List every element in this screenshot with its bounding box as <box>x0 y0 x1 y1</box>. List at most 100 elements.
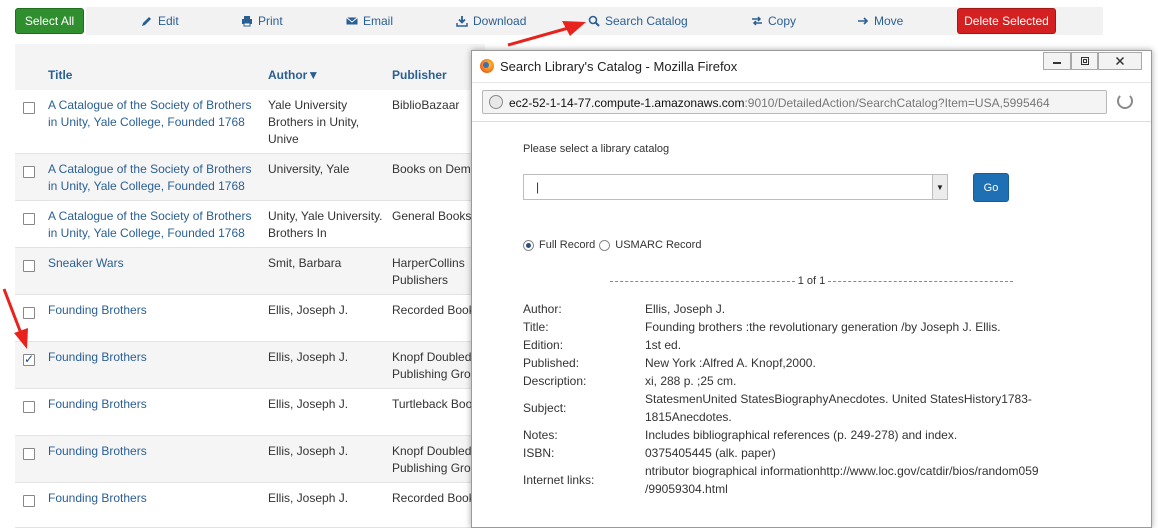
download-icon <box>456 16 468 27</box>
catalog-select-value: | <box>536 180 540 194</box>
delete-selected-button[interactable]: Delete Selected <box>957 8 1056 34</box>
close-icon <box>1115 56 1125 66</box>
url-host: ec2-52-1-14-77.compute-1.amazonaws.com <box>509 96 745 110</box>
publisher-cell: Knopf Doubleda Publishing Grou <box>392 444 479 475</box>
maximize-button[interactable] <box>1071 52 1098 70</box>
publisher-cell: HarperCollins Publishers <box>392 256 465 287</box>
record-field-label: Notes: <box>523 428 558 442</box>
table-row: Founding Brothers Ellis, Joseph J. Turtleb… <box>15 389 485 436</box>
toolbar: Select All Edit Print Email Download Sea… <box>0 0 1158 40</box>
envelope-icon <box>346 17 358 25</box>
publisher-cell: Recorded Books <box>392 491 481 505</box>
table-row: A Catalogue of the Society of Brothers i… <box>15 201 485 248</box>
restore-icon <box>1080 57 1089 65</box>
download-label: Download <box>473 14 527 28</box>
record-field-label: Edition: <box>523 338 564 352</box>
table-row: Founding Brothers Ellis, Joseph J. Recorde… <box>15 483 485 528</box>
loading-spinner-icon[interactable] <box>1117 93 1133 109</box>
edit-button[interactable]: Edit <box>141 13 179 29</box>
author-column-header[interactable]: Author▼ <box>268 68 319 82</box>
close-window-button[interactable] <box>1098 52 1142 70</box>
row-checkbox[interactable] <box>23 448 35 460</box>
globe-icon <box>489 95 503 109</box>
row-checkbox[interactable] <box>23 102 35 114</box>
record-field-label: ISBN: <box>523 446 555 460</box>
title-link[interactable]: Founding Brothers <box>48 396 260 413</box>
table-row: Founding Brothers Ellis, Joseph J. Knopf D… <box>15 436 485 483</box>
minimize-button[interactable] <box>1043 52 1071 70</box>
arrow-right-icon <box>858 17 869 25</box>
dropdown-arrow-icon[interactable]: ▼ <box>932 175 947 199</box>
publisher-cell: Books on Dema <box>392 162 478 176</box>
record-field-label: Description: <box>523 374 587 388</box>
copy-label: Copy <box>768 14 797 28</box>
url-text: ec2-52-1-14-77.compute-1.amazonaws.com:9… <box>509 96 1050 110</box>
publisher-cell: BiblioBazaar <box>392 98 460 112</box>
row-checkbox[interactable] <box>23 352 35 366</box>
record-field-value: 0375405445 (alk. paper) <box>645 446 776 460</box>
printer-icon <box>242 16 252 27</box>
copy-button[interactable]: Copy <box>751 13 796 29</box>
author-cell: Unity, Yale University. Brothers In <box>268 209 383 240</box>
record-pager: 1 of 1 <box>610 275 1013 287</box>
author-cell: Ellis, Joseph J. <box>268 491 349 505</box>
firefox-popup-window: Search Library's Catalog - Mozilla Firef… <box>471 50 1152 528</box>
copy-arrows-icon <box>752 16 762 26</box>
select-all-button[interactable]: Select All <box>15 8 84 34</box>
record-field-value: Includes bibliographical references (p. … <box>645 428 958 442</box>
table-row: A Catalogue of the Society of Brothers i… <box>15 90 485 154</box>
title-link[interactable]: Founding Brothers <box>48 349 260 366</box>
search-catalog-label: Search Catalog <box>605 14 688 28</box>
title-link[interactable]: Founding Brothers <box>48 302 260 319</box>
publisher-column-header[interactable]: Publisher <box>392 68 447 82</box>
record-field-label: Published: <box>523 356 580 370</box>
title-column-header[interactable]: Title <box>48 68 72 82</box>
usmarc-record-radio[interactable] <box>599 239 611 251</box>
title-link[interactable]: Founding Brothers <box>48 443 260 460</box>
record-field-value: 1st ed. <box>645 338 682 352</box>
title-link[interactable]: A Catalogue of the Society of Brothers i… <box>48 208 260 242</box>
row-checkbox[interactable] <box>23 260 35 272</box>
table-row: Founding Brothers Ellis, Joseph J. Recorde… <box>15 295 485 342</box>
author-cell: Ellis, Joseph J. <box>268 303 349 317</box>
catalog-select[interactable]: | ▼ <box>523 174 948 200</box>
window-titlebar: Search Library's Catalog - Mozilla Firef… <box>472 51 1151 83</box>
author-cell: Smit, Barbara <box>268 256 342 270</box>
author-cell: Yale University Brothers in Unity, Unive <box>268 98 360 146</box>
table-header: Title Author▼ Publisher <box>15 44 485 90</box>
publisher-cell: General Books L <box>392 209 482 223</box>
row-checkbox[interactable] <box>23 495 35 507</box>
pencil-icon <box>142 17 151 26</box>
minimize-icon <box>1053 62 1061 64</box>
title-link[interactable]: A Catalogue of the Society of Brothers i… <box>48 97 260 131</box>
record-field-label: Author: <box>523 302 562 316</box>
usmarc-record-label: USMARC Record <box>615 239 702 251</box>
full-record-radio[interactable] <box>523 239 534 251</box>
results-table: Title Author▼ Publisher A Catalogue of t… <box>15 44 485 528</box>
table-row: A Catalogue of the Society of Brothers i… <box>15 154 485 201</box>
email-button[interactable]: Email <box>346 13 393 29</box>
publisher-cell: Recorded Books <box>392 303 481 317</box>
record-format-options: Full Record USMARC Record <box>523 239 701 251</box>
search-catalog-button[interactable]: Search Catalog <box>588 13 688 29</box>
title-link[interactable]: Founding Brothers <box>48 490 260 507</box>
print-label: Print <box>258 14 283 28</box>
author-cell: Ellis, Joseph J. <box>268 444 349 458</box>
row-checkbox[interactable] <box>23 307 35 319</box>
row-checkbox[interactable] <box>23 166 35 178</box>
title-link[interactable]: A Catalogue of the Society of Brothers i… <box>48 161 260 195</box>
pager-divider-right <box>828 280 1013 282</box>
title-link[interactable]: Sneaker Wars <box>48 255 260 272</box>
record-field-value: ntributor biographical informationhttp:/… <box>645 464 1039 496</box>
download-button[interactable]: Download <box>456 13 526 29</box>
print-button[interactable]: Print <box>241 13 283 29</box>
move-button[interactable]: Move <box>857 13 903 29</box>
row-checkbox[interactable] <box>23 401 35 413</box>
record-field-value: xi, 288 p. ;25 cm. <box>645 374 737 388</box>
author-cell: University, Yale <box>268 162 350 176</box>
url-path: :9010/DetailedAction/SearchCatalog?Item=… <box>744 96 1050 110</box>
row-checkbox[interactable] <box>23 213 35 225</box>
url-bar[interactable]: ec2-52-1-14-77.compute-1.amazonaws.com:9… <box>482 90 1107 114</box>
go-button[interactable]: Go <box>973 173 1009 202</box>
window-title: Search Library's Catalog - Mozilla Firef… <box>500 59 738 74</box>
